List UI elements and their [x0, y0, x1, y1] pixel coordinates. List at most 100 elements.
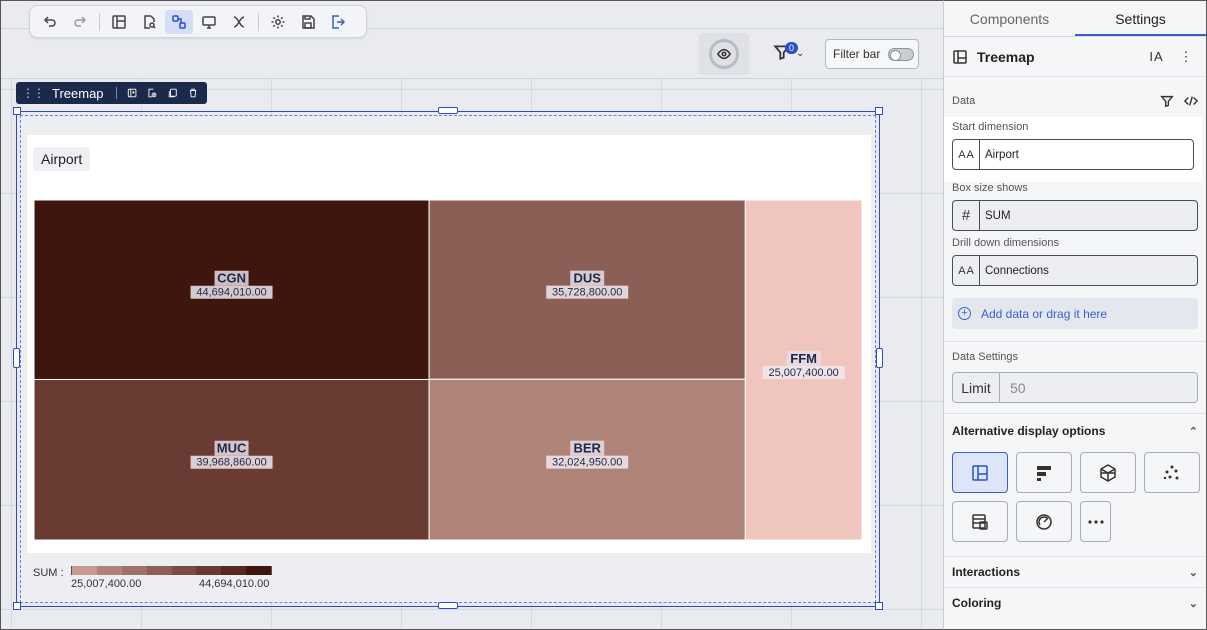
filter-bar-toggle[interactable]: Filter bar [825, 39, 919, 69]
drill-down-field[interactable]: A A Connections [952, 255, 1198, 286]
treemap-tile-dus[interactable]: DUS35,728,800.00 [428, 200, 746, 380]
tile-label: DUS [573, 271, 601, 286]
tab-components[interactable]: Components [944, 1, 1075, 36]
data-section-title: Data [952, 95, 976, 107]
toggle-switch[interactable] [888, 47, 915, 61]
treemap-tile-cgn[interactable]: CGN44,694,010.00 [34, 200, 430, 380]
drill-down-value: Connections [985, 264, 1049, 277]
more-vertical-icon[interactable]: ⋮ [1174, 45, 1198, 69]
editor-toolbar [29, 5, 367, 38]
resize-handle-right[interactable] [876, 348, 883, 368]
undo-button[interactable] [36, 10, 64, 34]
scatter-icon [1163, 465, 1179, 479]
add-page-icon[interactable] [147, 86, 157, 100]
panel-title: Treemap [977, 48, 1035, 65]
chevron-down-icon: ⌄ [1188, 597, 1198, 610]
box-size-group: Box size shows # SUM [944, 182, 1206, 237]
filter-bar-label: Filter bar [833, 47, 881, 61]
legend-swatch [221, 566, 247, 575]
box-size-label: Box size shows [952, 182, 1028, 194]
treemap-chart[interactable]: CGN44,694,010.00MUC39,968,860.00DUS35,72… [34, 200, 862, 540]
tile-value: 32,024,950.00 [552, 457, 622, 469]
drag-handle-icon[interactable]: ⋮⋮ [22, 86, 45, 100]
data-section-header: Data [944, 85, 1206, 117]
color-legend: SUM : 25,007,400.00 44,694,010.00 [33, 563, 293, 593]
start-dimension-field[interactable]: A A Airport [952, 139, 1194, 170]
preview-toggle-button[interactable] [699, 33, 749, 75]
globe-icon [1100, 463, 1116, 482]
legend-swatch [146, 566, 172, 575]
add-widget-icon[interactable] [127, 86, 137, 100]
legend-swatch [96, 566, 122, 575]
text-type-icon: A A [953, 256, 980, 285]
panel-tabs: Components Settings [944, 1, 1206, 37]
more-options-button[interactable] [1080, 501, 1111, 542]
tile-value: 35,728,800.00 [552, 287, 622, 299]
scatter-option[interactable] [1144, 452, 1200, 493]
treemap-tile-ber[interactable]: BER32,024,950.00 [428, 378, 746, 540]
data-relations-button[interactable] [165, 9, 193, 34]
start-dimension-label: Start dimension [952, 121, 1029, 133]
start-dimension-value: Airport [985, 148, 1019, 161]
resize-handle-bottom-left[interactable] [13, 602, 21, 610]
legend-gradient [71, 566, 272, 575]
add-widget-button[interactable] [105, 10, 133, 34]
settings-button[interactable] [264, 10, 292, 34]
gauge-option[interactable] [1016, 501, 1072, 542]
present-button[interactable] [195, 10, 223, 34]
add-data-label: Add data or drag it here [981, 306, 1108, 321]
dashboard-canvas: 0 ⌄ Filter bar Airport CGN 44,694,010.00 M… [0, 0, 943, 630]
resize-handle-top-right[interactable] [875, 107, 883, 115]
limit-field[interactable]: Limit 50 [952, 372, 1198, 403]
table-icon [972, 513, 988, 530]
legend-swatch [121, 566, 147, 575]
table-option[interactable] [952, 501, 1008, 542]
map-option[interactable] [1080, 452, 1136, 493]
legend-swatch [196, 566, 222, 575]
present-icon [202, 15, 216, 29]
duplicate-icon[interactable] [168, 86, 178, 100]
tab-settings[interactable]: Settings [1075, 1, 1206, 36]
coloring-header[interactable]: Coloring ⌄ [944, 588, 1206, 618]
resize-handle-top-left[interactable] [13, 107, 21, 115]
toolbar-separator [99, 12, 100, 31]
more-horizontal-icon [1087, 519, 1104, 524]
add-data-button[interactable]: + Add data or drag it here [952, 298, 1198, 329]
panel-header: Treemap I A ⋮ [944, 37, 1206, 77]
resize-handle-top[interactable] [438, 107, 458, 114]
title-bar-separator [115, 87, 117, 99]
tile-label: CGN [217, 271, 246, 286]
resize-handle-bottom[interactable] [438, 602, 458, 609]
alt-display-header[interactable]: Alternative display options ⌃ [944, 416, 1206, 446]
data-settings-header: Data Settings [944, 342, 1206, 372]
resize-handle-left[interactable] [13, 348, 20, 368]
code-icon[interactable] [1184, 94, 1198, 108]
bar-chart-option[interactable] [1016, 452, 1072, 493]
function-icon [233, 15, 245, 28]
exit-icon [332, 14, 346, 29]
interactions-header[interactable]: Interactions ⌄ [944, 557, 1206, 587]
text-format-icon[interactable]: I A [1144, 45, 1168, 69]
redo-button[interactable] [66, 10, 94, 34]
resize-handle-bottom-right[interactable] [875, 602, 883, 610]
start-dimension-group: Start dimension A A Airport [944, 117, 1202, 182]
insights-button[interactable] [135, 10, 163, 34]
exit-edit-button[interactable] [324, 10, 352, 34]
save-button[interactable] [294, 10, 322, 34]
redo-icon [74, 15, 87, 27]
filter-dropdown[interactable]: 0 ⌄ [773, 42, 807, 65]
chart-title[interactable]: Airport [33, 147, 91, 171]
trash-icon[interactable] [188, 86, 198, 100]
treemap-tile-ffm[interactable]: FFM25,007,400.00 [744, 200, 862, 540]
chevron-down-icon: ⌄ [796, 48, 805, 59]
panel-divider [944, 413, 1206, 414]
transform-button[interactable] [225, 10, 253, 34]
treemap-tile-muc[interactable]: MUC39,968,860.00 [34, 378, 430, 540]
filter-icon[interactable] [1160, 94, 1174, 108]
tile-label: FFM [790, 351, 817, 366]
tile-value: 44,694,010.00 [196, 287, 266, 299]
toolbar-separator [258, 12, 259, 31]
box-size-field[interactable]: # SUM [952, 200, 1198, 231]
treemap-option[interactable] [952, 452, 1008, 493]
widget-name: Treemap [52, 85, 104, 101]
